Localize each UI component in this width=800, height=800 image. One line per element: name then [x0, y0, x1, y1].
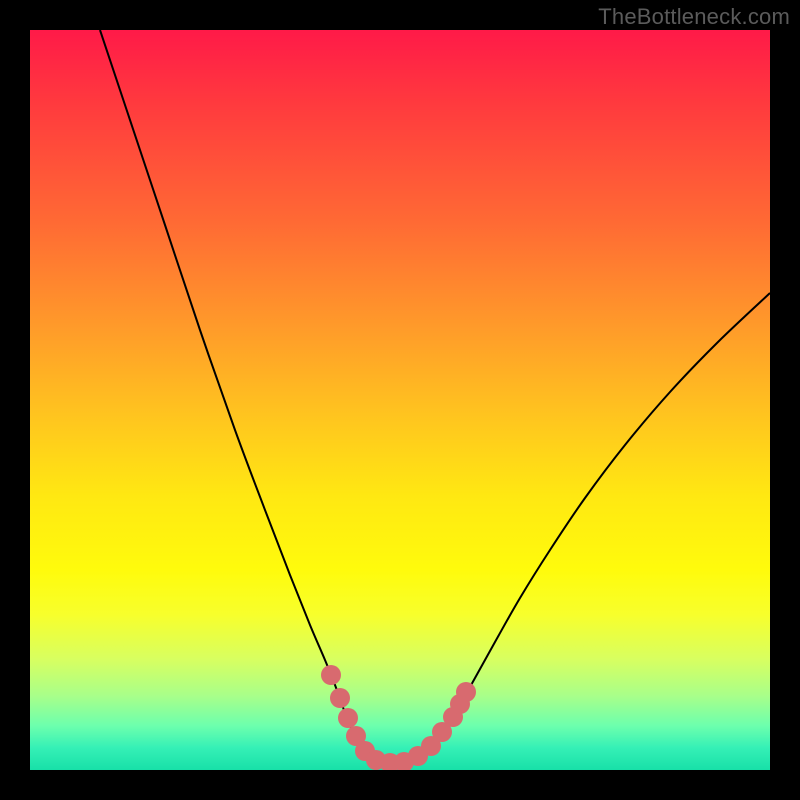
chart-svg	[30, 30, 770, 770]
main-curve-path	[100, 30, 770, 763]
highlight-dots-group	[321, 665, 476, 770]
watermark-text: TheBottleneck.com	[598, 4, 790, 30]
highlight-dot	[321, 665, 341, 685]
chart-frame	[30, 30, 770, 770]
highlight-dot	[456, 682, 476, 702]
highlight-dot	[330, 688, 350, 708]
highlight-dot	[338, 708, 358, 728]
